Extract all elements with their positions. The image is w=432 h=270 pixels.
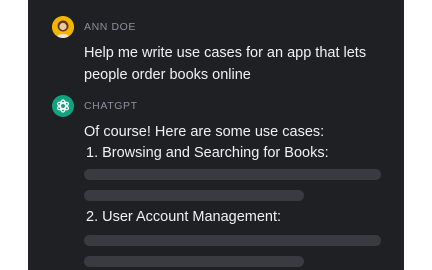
assistant-avatar	[52, 95, 74, 117]
user-message-text: Help me write use cases for an app that …	[84, 45, 367, 83]
user-author-name: ANN DOE	[84, 21, 137, 33]
use-case-title: 1. Browsing and Searching for Books:	[86, 145, 329, 161]
text-placeholder-bar	[84, 190, 304, 201]
assistant-intro-text: Of course! Here are some use cases:	[84, 124, 325, 140]
use-case-title: 2. User Account Management:	[86, 209, 282, 225]
assistant-author-name: CHATGPT	[84, 100, 138, 112]
user-avatar-image	[52, 16, 74, 38]
chat-panel: ANN DOE Help me write use cases for an a…	[28, 0, 404, 270]
text-placeholder-bar	[84, 235, 381, 246]
user-avatar	[52, 16, 74, 38]
openai-logo-icon	[56, 99, 70, 113]
text-placeholder-bar	[84, 256, 304, 267]
text-placeholder-bar	[84, 169, 381, 180]
